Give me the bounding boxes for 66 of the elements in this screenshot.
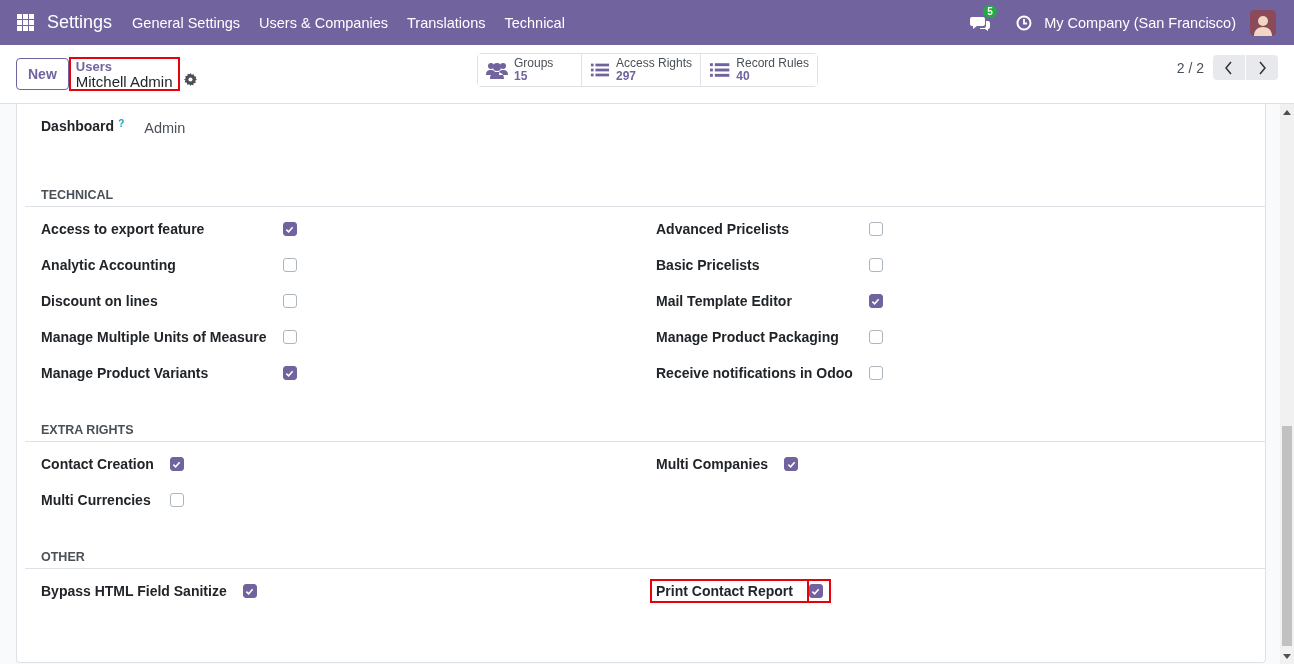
avatar-icon[interactable]: [1250, 9, 1276, 36]
breadcrumb-link[interactable]: Users: [75, 59, 173, 74]
field-label: Manage Multiple Units of Measure: [41, 328, 267, 347]
menu-item[interactable]: General Settings: [132, 14, 241, 31]
record-title: Mitchell Admin: [75, 74, 173, 89]
section-heading: OTHER: [25, 542, 1265, 569]
field-label: Basic Pricelists: [656, 256, 761, 275]
pager-counter: 2 / 2: [1176, 59, 1204, 76]
users-icon: [486, 61, 508, 79]
field-label: Analytic Accounting: [41, 256, 177, 275]
checkbox[interactable]: [868, 366, 883, 380]
field-label: Discount on lines: [41, 292, 159, 311]
field-label: Print Contact Report: [650, 579, 809, 603]
check-icon: [245, 586, 255, 596]
checkbox[interactable]: [868, 222, 883, 236]
checkbox[interactable]: [169, 457, 184, 471]
menu-item[interactable]: Users & Companies: [259, 14, 388, 31]
settings-icon[interactable]: [183, 72, 197, 86]
field-label: Dashboard: [41, 118, 115, 134]
field-label: Contact Creation: [41, 455, 154, 474]
field-label: Receive notifications in Odoo: [656, 364, 853, 383]
check-icon: [811, 586, 821, 596]
list-icon: [709, 61, 731, 79]
field-label: Multi Currencies: [41, 491, 152, 510]
field-label: Access to export feature: [41, 220, 206, 239]
checkbox[interactable]: [784, 457, 798, 471]
check-icon: [786, 459, 796, 469]
checkbox[interactable]: [282, 366, 297, 380]
field-label: Manage Product Variants: [41, 364, 210, 383]
check-icon: [172, 459, 182, 469]
field-label: Multi Companies: [656, 455, 768, 474]
field-label: Advanced Pricelists: [656, 220, 791, 239]
company-switcher[interactable]: My Company (San Francisco): [1044, 14, 1236, 31]
checkbox[interactable]: [868, 294, 883, 308]
checkbox[interactable]: [242, 584, 257, 598]
chevron-left-icon: [1223, 60, 1235, 75]
checkbox[interactable]: [282, 294, 297, 308]
previous-button[interactable]: [1213, 55, 1245, 80]
section-heading: EXTRA RIGHTS: [25, 415, 1265, 442]
next-button[interactable]: [1246, 55, 1278, 80]
list-icon: [590, 61, 610, 79]
app-grid-icon[interactable]: [17, 14, 34, 31]
field-label: Bypass HTML Field Sanitize: [41, 582, 227, 601]
field-label: Manage Product Packaging: [656, 328, 840, 347]
checkbox[interactable]: [868, 258, 883, 272]
menu-item[interactable]: Technical: [504, 14, 565, 31]
stat-button[interactable]: Groups 15: [478, 54, 582, 86]
checkbox[interactable]: [282, 258, 297, 272]
clock-icon[interactable]: [1016, 14, 1033, 31]
chevron-right-icon: [1256, 60, 1268, 75]
field-value: Admin: [144, 120, 186, 136]
checkbox[interactable]: [169, 493, 184, 507]
new-button[interactable]: New: [16, 58, 69, 90]
scrollbar[interactable]: [1280, 104, 1294, 664]
check-icon: [285, 368, 295, 378]
help-tooltip[interactable]: ?: [118, 118, 125, 129]
menu-item[interactable]: Translations: [407, 14, 486, 31]
check-icon: [285, 224, 295, 234]
checkbox[interactable]: [868, 330, 883, 344]
check-icon: [871, 296, 881, 306]
field-label: Mail Template Editor: [656, 292, 793, 311]
section-heading: TECHNICAL: [25, 180, 1265, 207]
checkbox[interactable]: [282, 222, 297, 236]
checkbox[interactable]: [282, 330, 297, 344]
app-name[interactable]: Settings: [47, 12, 113, 33]
message-count-badge: 5: [983, 4, 997, 18]
